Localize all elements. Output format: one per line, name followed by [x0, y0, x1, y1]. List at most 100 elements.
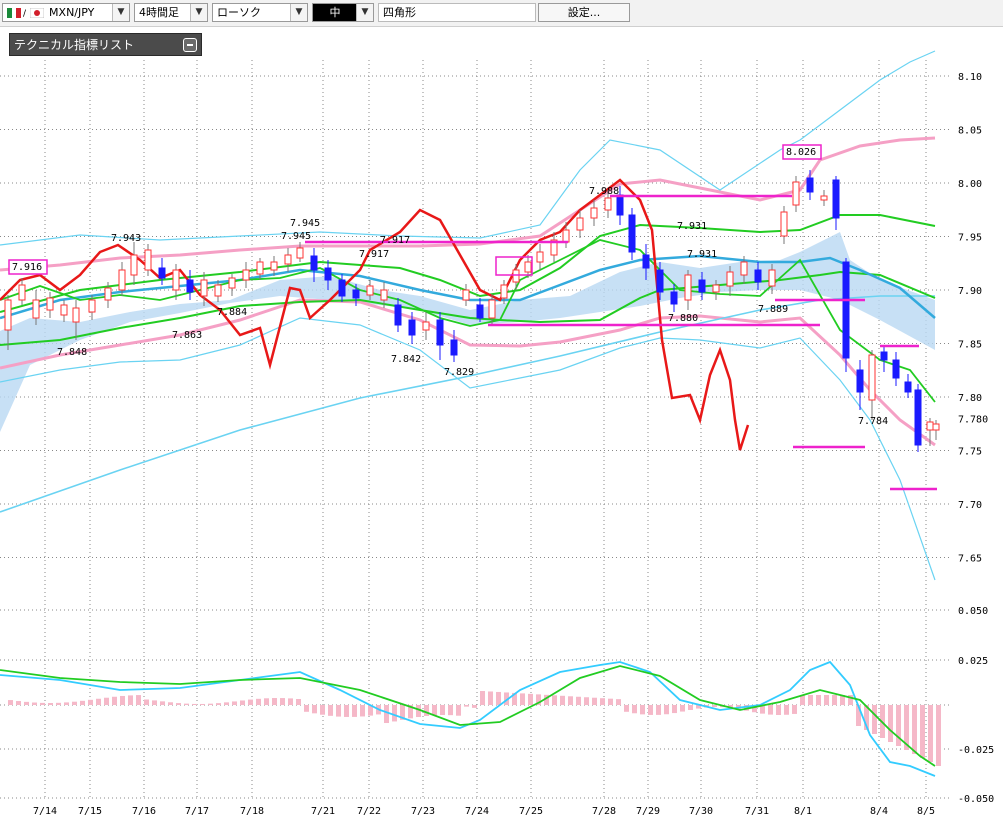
settings-button[interactable]: 設定... — [538, 3, 630, 22]
candle-body — [616, 194, 624, 216]
candle-body — [310, 255, 318, 271]
price-chart[interactable]: 7.916 7.943 7.848 7.863 7.884 7.945 7.945 7.917… — [0, 26, 1003, 819]
candle-body — [524, 261, 532, 273]
candle-body — [562, 229, 570, 243]
candle-body — [590, 207, 598, 219]
price-annotation-label: 7.916 — [12, 262, 42, 273]
price-tick-label: 7.75 — [958, 447, 982, 458]
chart-grid — [0, 60, 952, 799]
candle-body — [158, 267, 166, 279]
chart-style-select[interactable]: ローソク ▼ — [212, 3, 308, 22]
macd-histogram-bar — [8, 700, 13, 705]
chevron-down-icon: ▼ — [290, 4, 307, 21]
macd-histogram-bar — [280, 698, 285, 705]
candle-body — [130, 254, 138, 276]
macd-histogram-bar — [360, 705, 365, 717]
candle-body — [172, 269, 180, 291]
toolbar: / MXN/JPY ▼ 4時間足 ▼ ローソク ▼ 中 ▼ 四角形 設定... — [0, 0, 1003, 27]
macd-histogram-bar — [624, 705, 629, 712]
macd-histogram-bar — [392, 705, 397, 722]
macd-histogram-bar — [464, 705, 469, 707]
macd-histogram-bar — [776, 705, 781, 715]
candle-body — [740, 261, 748, 276]
shape-label: 四角形 — [383, 6, 416, 19]
price-tick-label: 7.65 — [958, 554, 982, 565]
macd-histogram-bar — [576, 696, 581, 705]
macd-histogram-bar — [680, 705, 685, 712]
macd-histogram-bar — [288, 698, 293, 705]
price-annotation-label: 7.931 — [677, 221, 707, 232]
price-annotation-label: 7.931 — [687, 249, 717, 260]
candle-body — [32, 299, 40, 319]
candle-body — [256, 261, 264, 275]
chart-style-label: ローソク — [217, 6, 261, 19]
macd-histogram-bar — [24, 701, 29, 705]
macd-histogram-bar — [568, 696, 573, 705]
size-select[interactable]: 中 ▼ — [312, 3, 374, 22]
candle-body — [726, 271, 734, 287]
price-annotation-label: 7.829 — [444, 367, 474, 378]
candle-body — [436, 319, 444, 346]
macd-histogram-bar — [928, 705, 933, 762]
macd-histogram-bar — [648, 705, 653, 715]
candle-body — [422, 321, 430, 331]
date-tick-label: 7/18 — [240, 806, 264, 817]
macd-tick-label: 0.025 — [958, 656, 988, 667]
price-annotation-label: 7.848 — [57, 347, 87, 358]
candle-body — [914, 389, 922, 446]
mexico-flag-icon — [7, 8, 21, 18]
macd-histogram-bar — [160, 701, 165, 705]
candle-body — [394, 304, 402, 326]
macd-histogram-bar — [40, 702, 45, 705]
macd-histogram-bar — [440, 705, 445, 716]
macd-histogram-bar — [496, 691, 501, 705]
candle-body — [214, 284, 222, 297]
candle-body — [892, 359, 900, 379]
macd-histogram-bar — [816, 695, 821, 705]
price-annotation-label: 7.917 — [359, 249, 389, 260]
candle-body — [536, 251, 544, 263]
shape-field[interactable]: 四角形 — [378, 3, 536, 22]
candle-body — [270, 261, 278, 271]
macd-histogram-bar — [184, 703, 189, 705]
macd-histogram-bar — [192, 703, 197, 705]
macd-histogram-bar — [32, 702, 37, 705]
macd-histogram-bar — [152, 700, 157, 705]
symbol-label: MXN/JPY — [49, 6, 95, 19]
candle-body — [366, 285, 374, 296]
candle-body — [380, 289, 388, 301]
macd-histogram-bar — [520, 693, 525, 705]
candle-body — [46, 297, 54, 311]
macd-histogram-bar — [640, 705, 645, 715]
price-annotation-label: 7.884 — [217, 307, 247, 318]
candle-body — [698, 279, 706, 293]
macd-tick-label: 0.050 — [958, 606, 988, 617]
candle-body — [820, 195, 828, 201]
indicator-list-panel[interactable]: テクニカル指標リスト — [9, 33, 202, 56]
candle-body — [88, 299, 96, 313]
candle-body — [768, 269, 776, 287]
candle-body — [462, 289, 470, 301]
macd-histogram-bar — [104, 697, 109, 705]
size-label: 中 — [313, 4, 357, 21]
candle-body — [118, 269, 126, 291]
date-tick-label: 8/4 — [870, 806, 888, 817]
macd-histogram-bar — [240, 700, 245, 705]
symbol-select[interactable]: / MXN/JPY ▼ — [2, 3, 130, 22]
current-price-marker: 7.780 — [958, 414, 988, 425]
macd-histogram-bar — [344, 705, 349, 717]
timeframe-select[interactable]: 4時間足 ▼ — [134, 3, 208, 22]
macd-histogram-bar — [328, 705, 333, 716]
date-tick-label: 7/17 — [185, 806, 209, 817]
price-annotation-label: 7.889 — [758, 304, 788, 315]
macd-histogram-bar — [768, 705, 773, 715]
date-tick-label: 7/15 — [78, 806, 102, 817]
macd-histogram-bar — [824, 695, 829, 705]
macd-histogram-bar — [672, 705, 677, 714]
macd-histogram-bar — [72, 701, 77, 705]
macd-histogram-bar — [128, 695, 133, 705]
macd-histogram-bar — [616, 699, 621, 705]
date-tick-label: 7/28 — [592, 806, 616, 817]
date-tick-label: 8/1 — [794, 806, 812, 817]
minimize-icon[interactable] — [183, 38, 197, 52]
